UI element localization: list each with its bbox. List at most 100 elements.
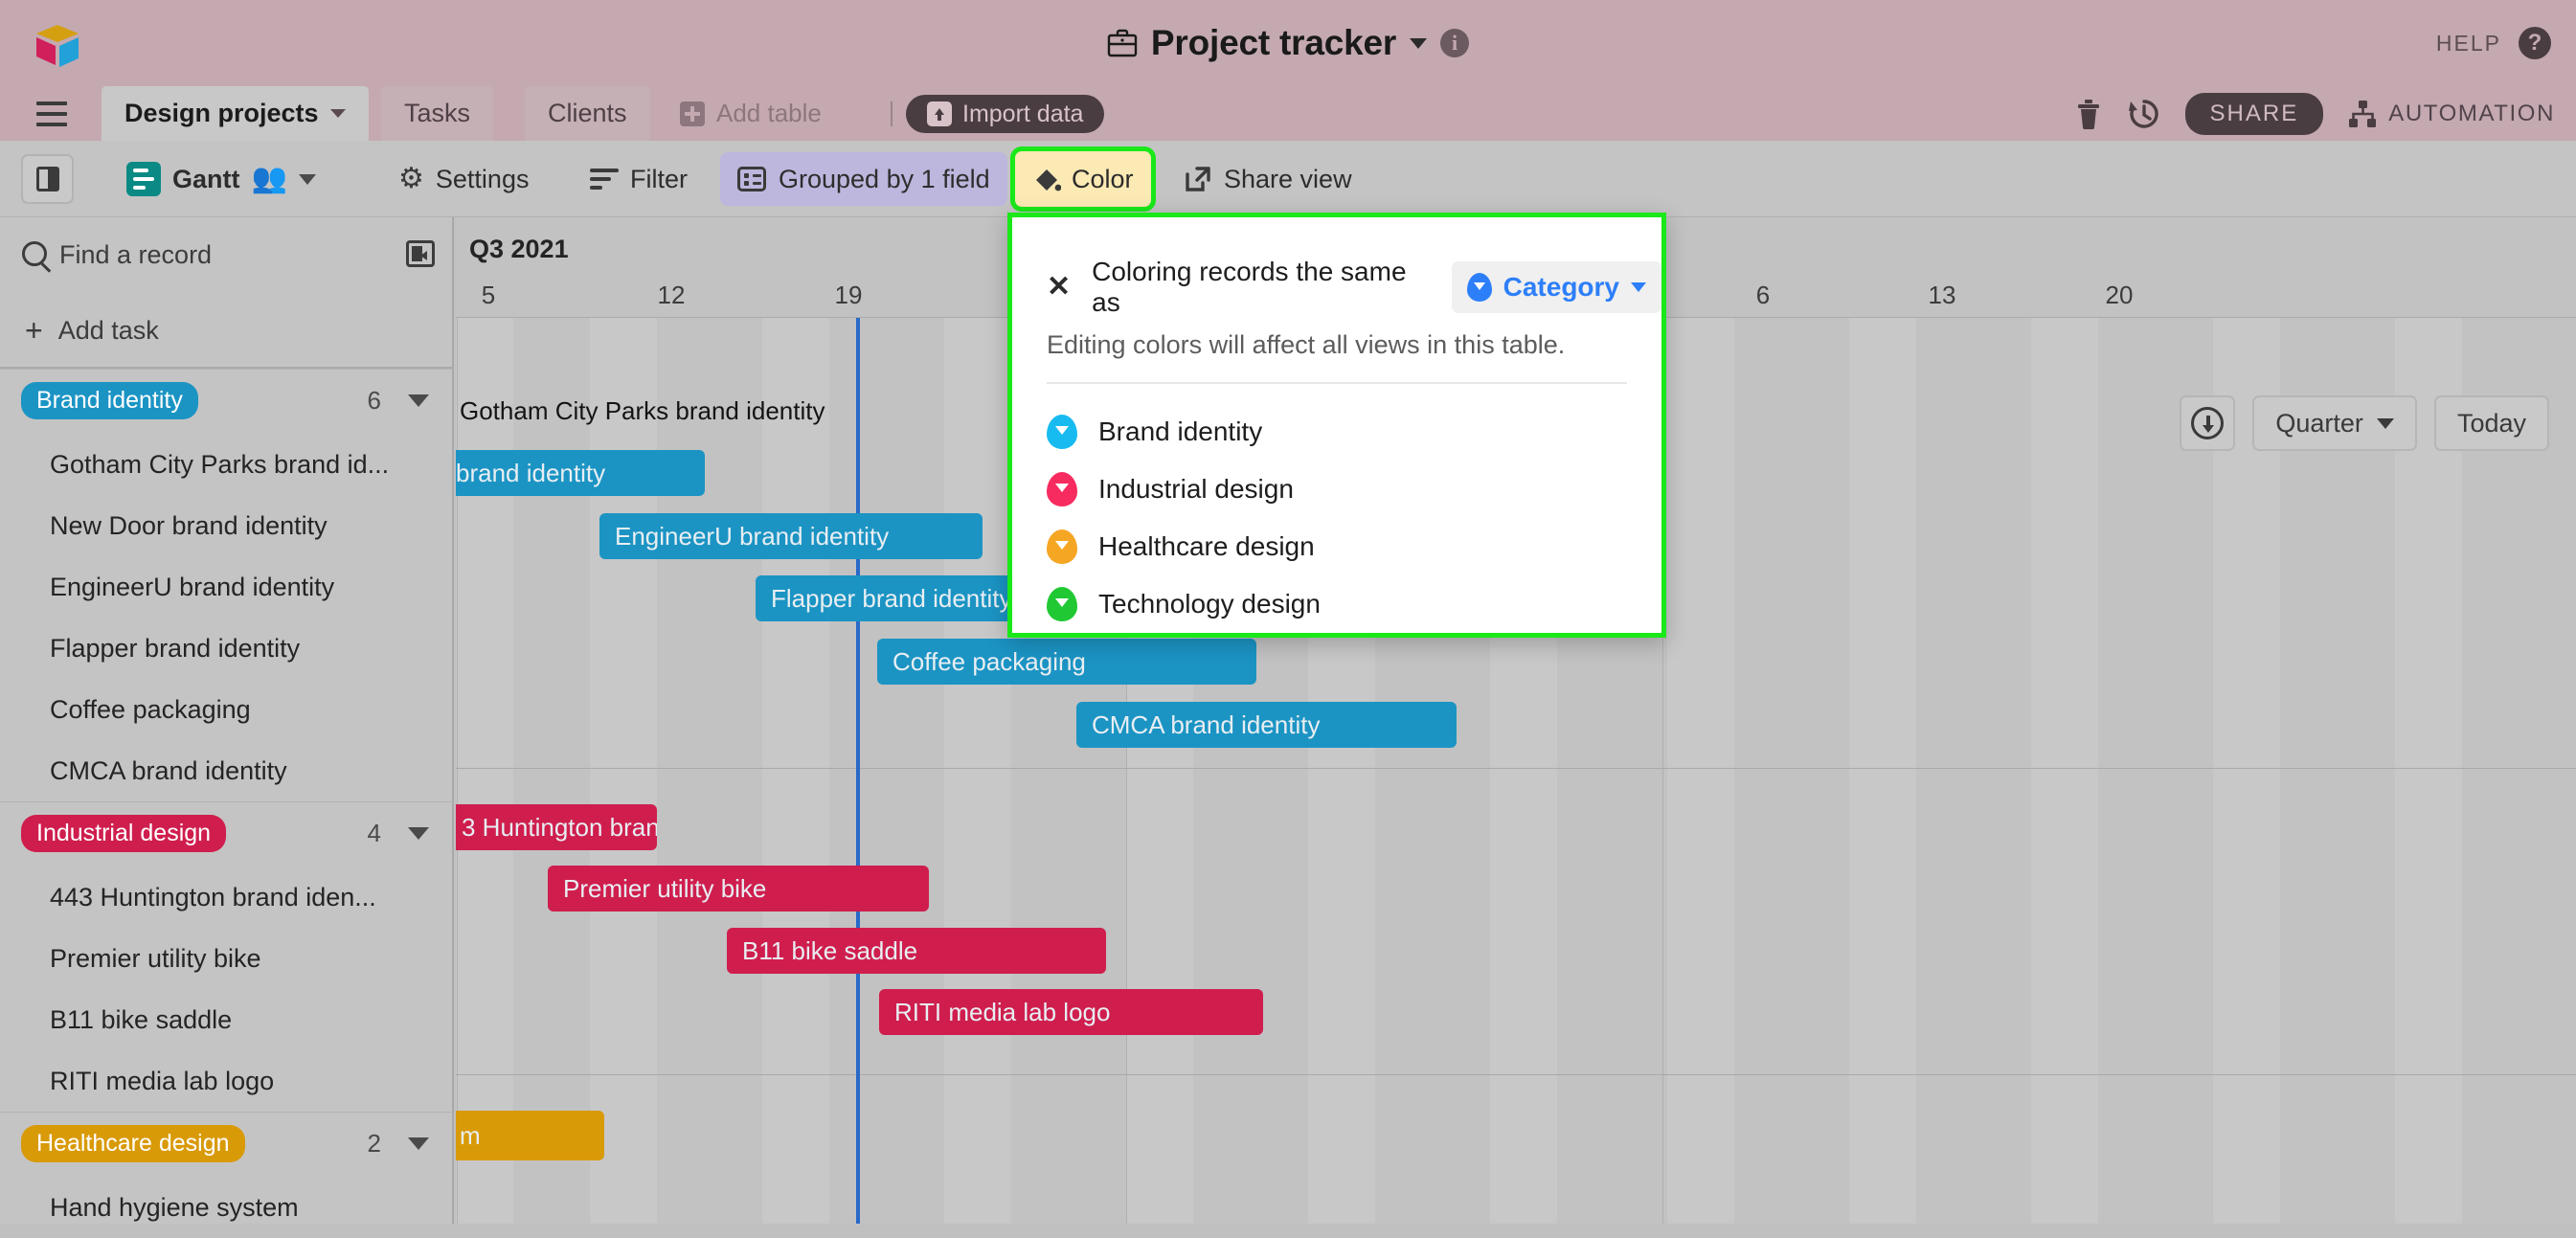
automation-button[interactable]: AUTOMATION	[2348, 100, 2555, 128]
trash-icon[interactable]	[2074, 99, 2103, 129]
group-divider	[456, 1074, 2576, 1075]
table-tab-label: Clients	[548, 99, 627, 127]
chevron-down-icon[interactable]	[298, 173, 316, 185]
filter-icon	[590, 169, 619, 190]
list-item[interactable]: RITI media lab logo	[0, 1050, 454, 1112]
list-item[interactable]: EngineerU brand identity	[0, 556, 454, 618]
plus-icon	[680, 101, 705, 126]
app-title-group: Project tracker i	[0, 0, 2576, 86]
info-circle-icon[interactable]: i	[1440, 29, 1470, 57]
list-item[interactable]: CMCA brand identity	[0, 740, 454, 801]
table-tab-label: Tasks	[404, 99, 471, 127]
list-item[interactable]: Premier utility bike	[0, 928, 454, 989]
hamburger-menu-icon[interactable]	[36, 101, 67, 126]
filter-label: Filter	[630, 164, 688, 193]
sidebar-group-healthcare-design[interactable]: Healthcare design 2	[0, 1112, 454, 1175]
import-data-label: Import data	[962, 100, 1084, 127]
color-field-select[interactable]: Category	[1451, 261, 1661, 313]
table-tab-clients[interactable]: Clients	[525, 86, 650, 141]
chevron-down-icon	[1631, 282, 1646, 292]
gantt-bar-engineeru[interactable]: EngineerU brand identity	[599, 513, 983, 559]
import-data-button[interactable]: Import data	[906, 95, 1105, 133]
color-option-brand-identity[interactable]: Brand identity	[1047, 409, 1262, 455]
close-icon[interactable]: ✕	[1047, 273, 1071, 302]
gantt-bar-cmca[interactable]: CMCA brand identity	[1076, 702, 1457, 748]
gantt-bar-riti-media-lab-logo[interactable]: RITI media lab logo	[879, 989, 1263, 1035]
list-item[interactable]: B11 bike saddle	[0, 989, 454, 1050]
gantt-bar-label: Coffee packaging	[893, 646, 1086, 676]
gantt-bar-label: CMCA brand identity	[1092, 709, 1321, 739]
gantt-bar-hand-hygiene-system[interactable]: m	[456, 1111, 604, 1160]
group-divider	[456, 768, 2576, 769]
today-button[interactable]: Today	[2433, 395, 2549, 451]
add-task-button[interactable]: + Add task	[0, 294, 454, 369]
add-table-button[interactable]: Add table	[680, 86, 822, 141]
list-item[interactable]: Hand hygiene system	[0, 1177, 454, 1238]
question-circle-icon[interactable]: ?	[2519, 27, 2551, 59]
help-area[interactable]: HELP ?	[2436, 0, 2551, 86]
find-record-row[interactable]: Find a record	[0, 217, 454, 294]
color-field-label: Category	[1503, 272, 1619, 302]
gantt-bar-coffee-packaging[interactable]: Coffee packaging	[877, 639, 1256, 685]
list-item[interactable]: Flapper brand identity	[0, 618, 454, 679]
record-sidebar: Find a record + Add task Brand identity …	[0, 217, 454, 1224]
share-button[interactable]: SHARE	[2184, 92, 2324, 135]
settings-button[interactable]: ⚙ Settings	[385, 141, 542, 217]
briefcase-icon	[1107, 29, 1138, 57]
zoom-level-label: Quarter	[2275, 408, 2363, 438]
color-option-industrial-design[interactable]: Industrial design	[1047, 466, 1294, 512]
gantt-bar-premier-utility-bike[interactable]: Premier utility bike	[548, 866, 929, 912]
filter-button[interactable]: Filter	[576, 141, 701, 217]
sidebar-toggle-icon[interactable]	[21, 154, 74, 204]
search-input[interactable]: Find a record	[59, 240, 212, 270]
week-band	[1667, 318, 1734, 1224]
chevron-down-icon[interactable]	[1410, 37, 1428, 49]
sidebar-group-brand-identity[interactable]: Brand identity 6	[0, 369, 454, 432]
grouped-label: Grouped by 1 field	[779, 164, 990, 193]
color-button[interactable]: Color	[1010, 146, 1156, 212]
grouped-by-button[interactable]: Grouped by 1 field	[720, 152, 1007, 206]
gantt-bar-label: Premier utility bike	[563, 873, 767, 903]
week-band	[1849, 318, 1916, 1224]
gantt-bar-label: EngineerU brand identity	[615, 521, 890, 551]
group-count: 4	[367, 819, 381, 847]
collapse-panel-icon[interactable]	[406, 240, 435, 267]
table-tab-tasks[interactable]: Tasks	[381, 86, 494, 141]
color-option-label: Brand identity	[1098, 416, 1263, 446]
list-item[interactable]: New Door brand identity	[0, 495, 454, 556]
external-link-icon	[1186, 167, 1210, 191]
color-option-healthcare-design[interactable]: Healthcare design	[1047, 524, 1315, 570]
single-select-icon	[1466, 273, 1492, 302]
automation-label: AUTOMATION	[2388, 100, 2555, 126]
gantt-controls: Quarter Today	[2180, 395, 2549, 451]
color-option-technology-design[interactable]: Technology design	[1047, 581, 1321, 627]
sidebar-group-industrial-design[interactable]: Industrial design 4	[0, 801, 454, 865]
share-view-button[interactable]: Share view	[1170, 141, 1366, 217]
plus-icon: +	[25, 313, 43, 348]
list-item[interactable]: Gotham City Parks brand id...	[0, 434, 454, 495]
gantt-bar-443-huntington[interactable]: 3 Huntington brand identity	[456, 804, 657, 850]
download-button[interactable]	[2180, 395, 2236, 451]
zoom-level-select[interactable]: Quarter	[2252, 395, 2417, 451]
add-table-label: Add table	[716, 99, 822, 127]
gantt-bar-b11-bike-saddle[interactable]: B11 bike saddle	[727, 928, 1106, 974]
page-title: Project tracker	[1150, 23, 1397, 62]
list-item[interactable]: Coffee packaging	[0, 679, 454, 740]
chevron-down-icon[interactable]	[408, 394, 429, 407]
group-pill-label: Healthcare design	[21, 1125, 245, 1162]
chevron-down-icon[interactable]	[408, 1137, 429, 1150]
color-option-label: Industrial design	[1098, 474, 1294, 504]
day-tick: 6	[1755, 281, 1771, 309]
view-name: Gantt	[172, 164, 240, 193]
chevron-down-icon[interactable]	[329, 109, 346, 118]
history-icon[interactable]	[2128, 98, 2160, 130]
help-label[interactable]: HELP	[2436, 31, 2501, 56]
table-tab-design-projects[interactable]: Design projects	[102, 86, 369, 141]
list-item[interactable]: 443 Huntington brand iden...	[0, 867, 454, 928]
view-selector-gantt[interactable]: Gantt 👥	[113, 141, 329, 217]
chevron-down-icon[interactable]	[408, 827, 429, 840]
gantt-bar-label: m	[460, 1120, 481, 1150]
today-marker-line	[856, 318, 860, 1224]
week-band	[762, 318, 829, 1224]
gantt-bar-new-door[interactable]: brand identity	[456, 450, 705, 496]
